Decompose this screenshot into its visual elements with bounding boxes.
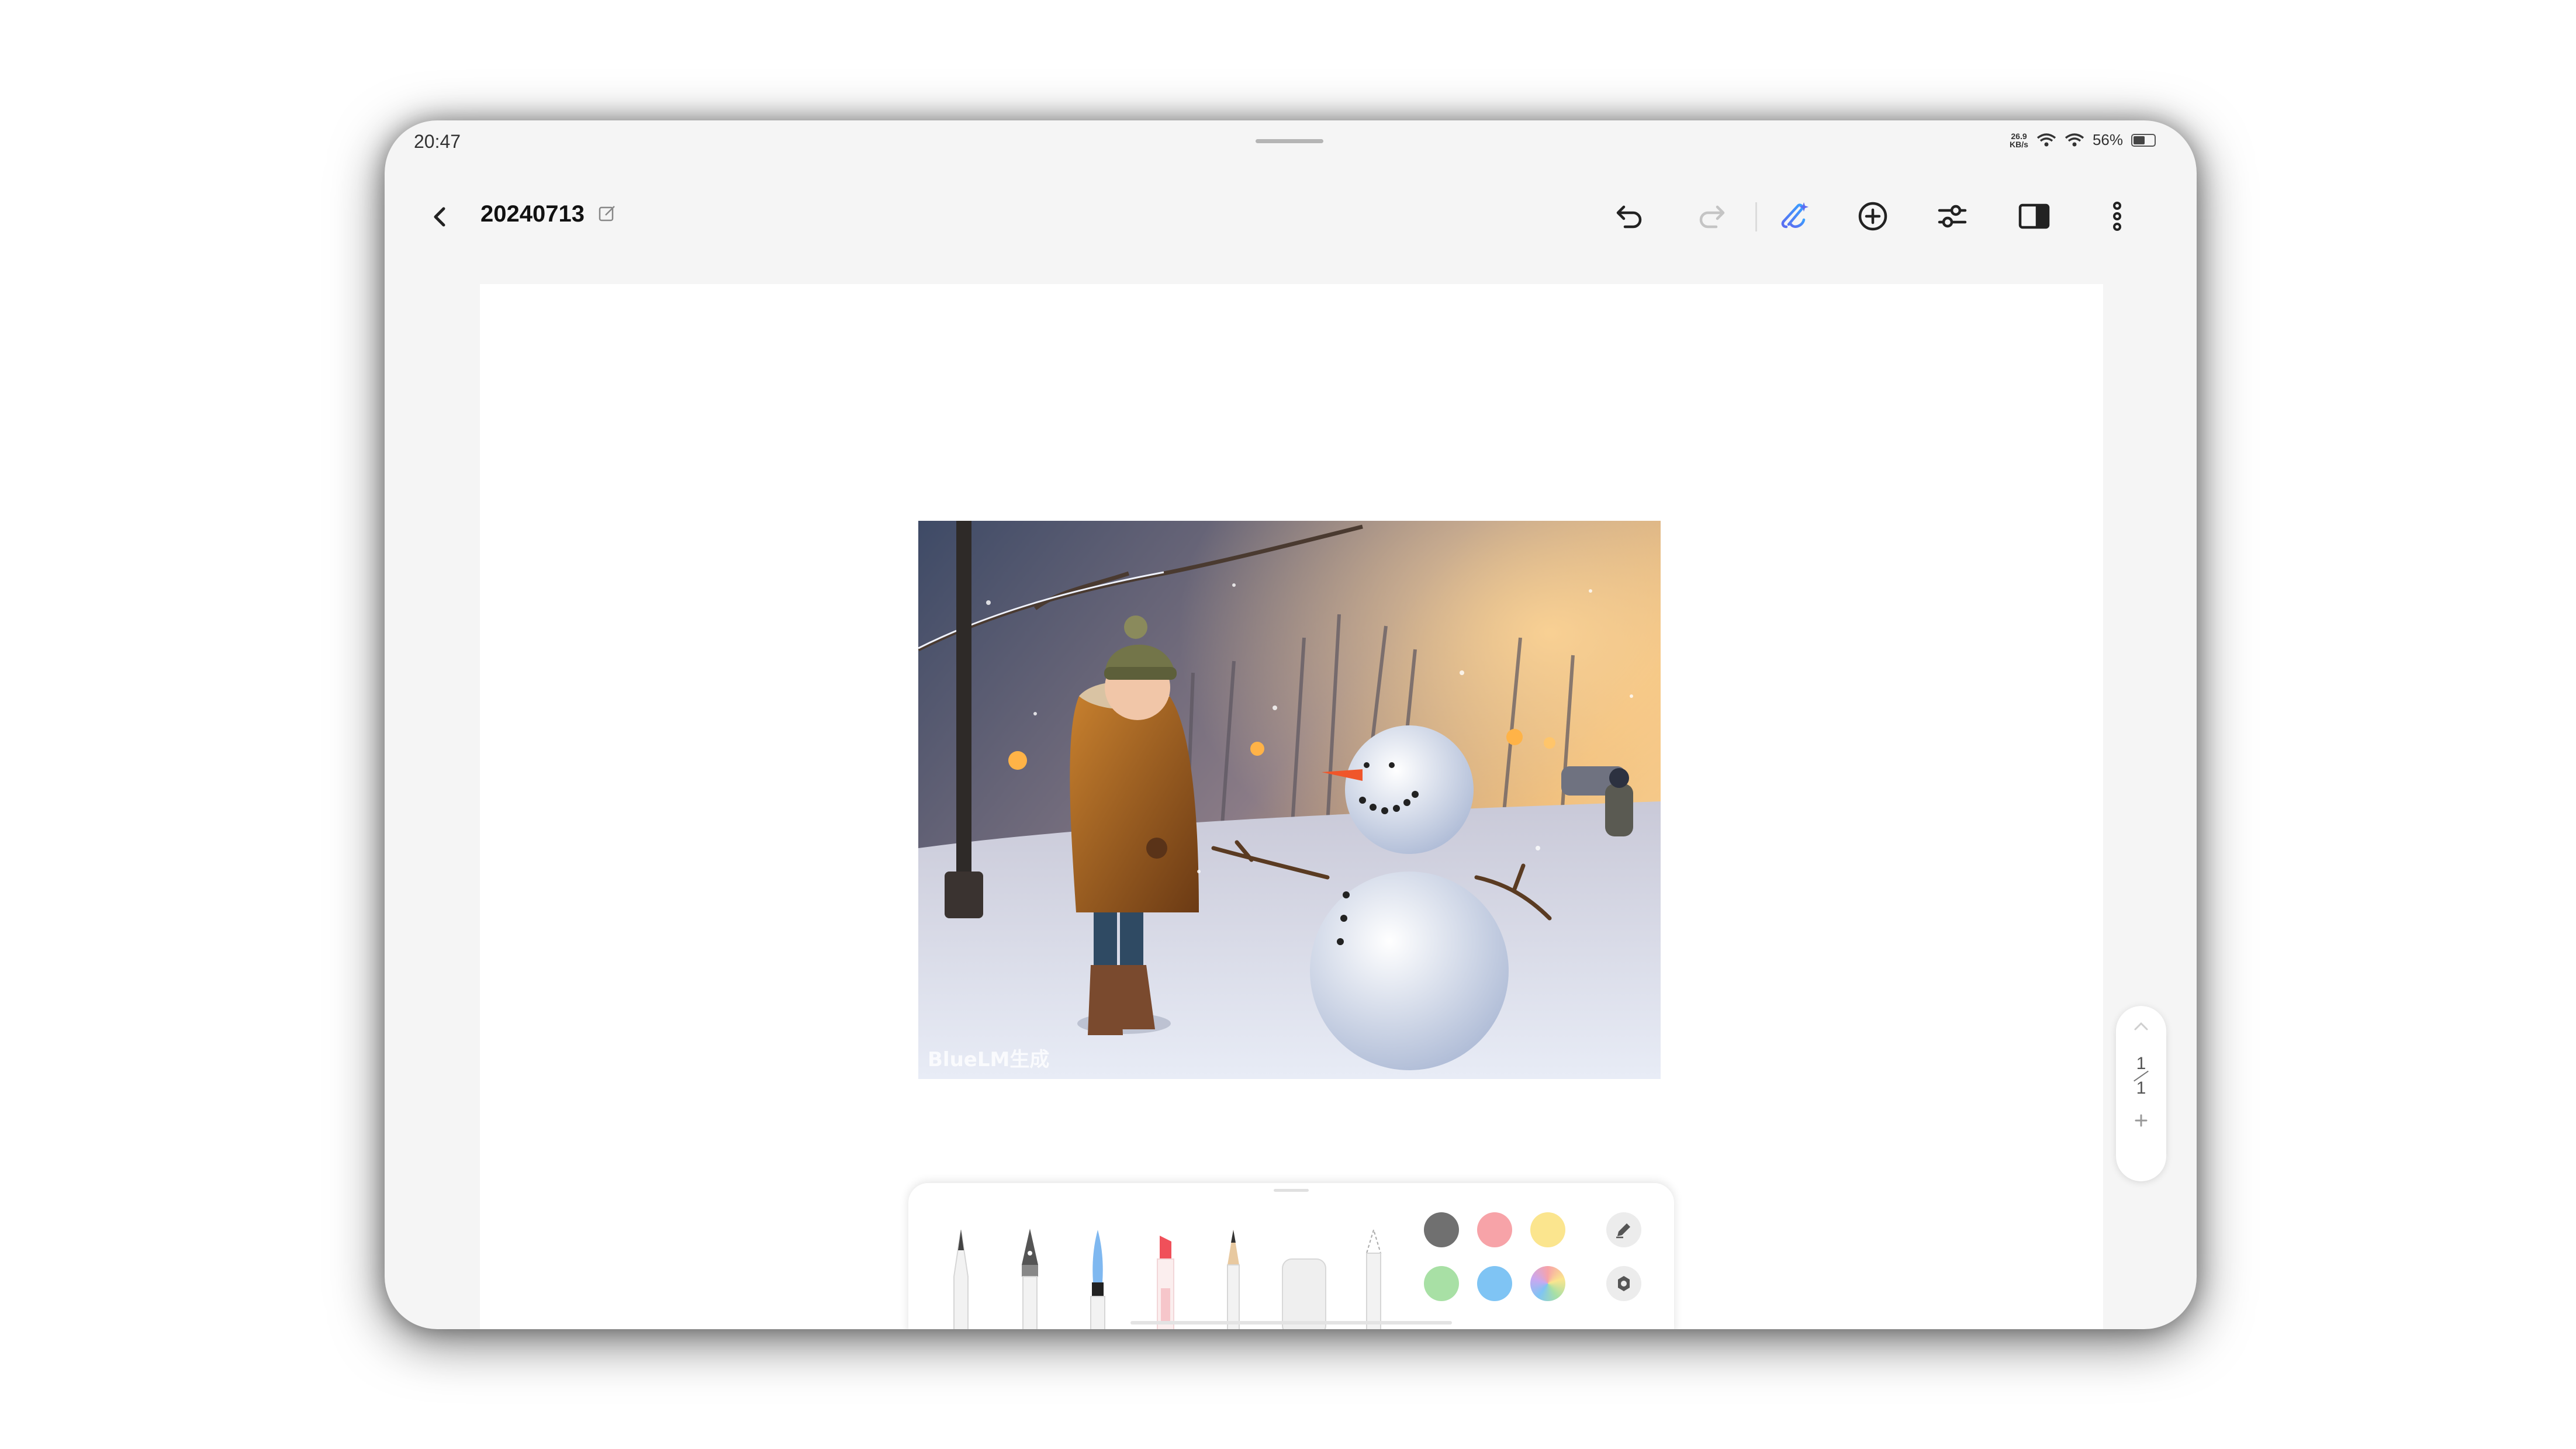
image-watermark: BlueLM生成	[928, 1048, 1050, 1071]
prev-page-button[interactable]	[2132, 1021, 2150, 1035]
net-speed: 26.9 KB/s	[2010, 132, 2028, 148]
split-view-icon	[2018, 203, 2050, 229]
inserted-image[interactable]: BlueLM生成	[918, 521, 1661, 1079]
undo-button[interactable]	[1607, 194, 1652, 238]
add-page-button[interactable]	[2132, 1112, 2150, 1132]
back-button[interactable]	[420, 196, 461, 237]
ballpoint-pen-tool[interactable]	[943, 1224, 978, 1329]
color-swatch-yellow[interactable]	[1530, 1212, 1565, 1247]
more-icon	[2113, 202, 2121, 231]
tray-scrollbar[interactable]	[1130, 1321, 1452, 1324]
undo-icon	[1616, 205, 1642, 229]
color-swatch-blue[interactable]	[1477, 1266, 1512, 1301]
edit-icon	[599, 206, 615, 222]
pen-edit-icon	[1616, 1223, 1630, 1239]
tray-handle[interactable]	[1274, 1189, 1309, 1192]
pen-tray	[908, 1183, 1674, 1329]
note-page[interactable]: BlueLM生成	[480, 284, 2103, 1329]
back-icon	[434, 207, 445, 227]
add-circle-icon	[1858, 202, 1887, 231]
color-swatch-green[interactable]	[1424, 1266, 1459, 1301]
color-swatch-gray[interactable]	[1424, 1212, 1459, 1247]
redo-button[interactable]	[1689, 194, 1734, 238]
color-picker-rainbow[interactable]	[1530, 1266, 1565, 1301]
window-drag-handle[interactable]	[1256, 139, 1323, 143]
toolbar-separator	[1755, 202, 1757, 231]
rename-button[interactable]	[598, 204, 617, 226]
more-button[interactable]	[2095, 194, 2139, 238]
plus-icon	[2135, 1114, 2148, 1127]
pen-settings-button[interactable]	[1606, 1212, 1641, 1247]
brush-pen-tool[interactable]	[1080, 1224, 1115, 1329]
total-pages: 1	[2136, 1078, 2146, 1098]
snowman-painting	[918, 521, 1661, 1079]
fountain-pen-tool[interactable]	[1012, 1224, 1047, 1329]
lasso-tool[interactable]	[1356, 1224, 1391, 1329]
current-page: 1	[2136, 1054, 2146, 1073]
ai-brush-button[interactable]	[1772, 194, 1817, 238]
tray-settings-button[interactable]	[1606, 1266, 1641, 1301]
page-navigator: 1 1	[2116, 1006, 2166, 1181]
battery-fill	[2134, 136, 2145, 144]
battery-icon	[2131, 133, 2156, 147]
split-view-button[interactable]	[2012, 194, 2056, 238]
wifi-icon	[2065, 133, 2084, 146]
tablet-window: 20:47 26.9 KB/s 56% 20240713 BlueLM生成 1 …	[385, 120, 2197, 1329]
net-speed-unit: KB/s	[2010, 139, 2028, 149]
eraser-tool[interactable]	[1278, 1224, 1330, 1329]
sliders-icon	[1938, 205, 1967, 228]
highlighter-tool[interactable]	[1148, 1224, 1183, 1329]
signal-wifi-icon	[2036, 133, 2056, 146]
settings-sliders-button[interactable]	[1930, 194, 1975, 238]
color-swatch-pink[interactable]	[1477, 1212, 1512, 1247]
chevron-up-icon	[2134, 1022, 2148, 1030]
insert-button[interactable]	[1851, 194, 1895, 238]
status-time: 20:47	[414, 131, 461, 152]
net-speed-value: 26.9	[2011, 131, 2027, 141]
gear-icon	[1618, 1276, 1630, 1291]
pencil-tool[interactable]	[1216, 1224, 1251, 1329]
battery-percent: 56%	[2092, 131, 2123, 148]
redo-icon	[1699, 205, 1725, 229]
ai-brush-icon	[1781, 202, 1809, 229]
status-indicators: 26.9 KB/s 56%	[2010, 131, 2156, 149]
document-title[interactable]: 20240713	[480, 201, 585, 227]
